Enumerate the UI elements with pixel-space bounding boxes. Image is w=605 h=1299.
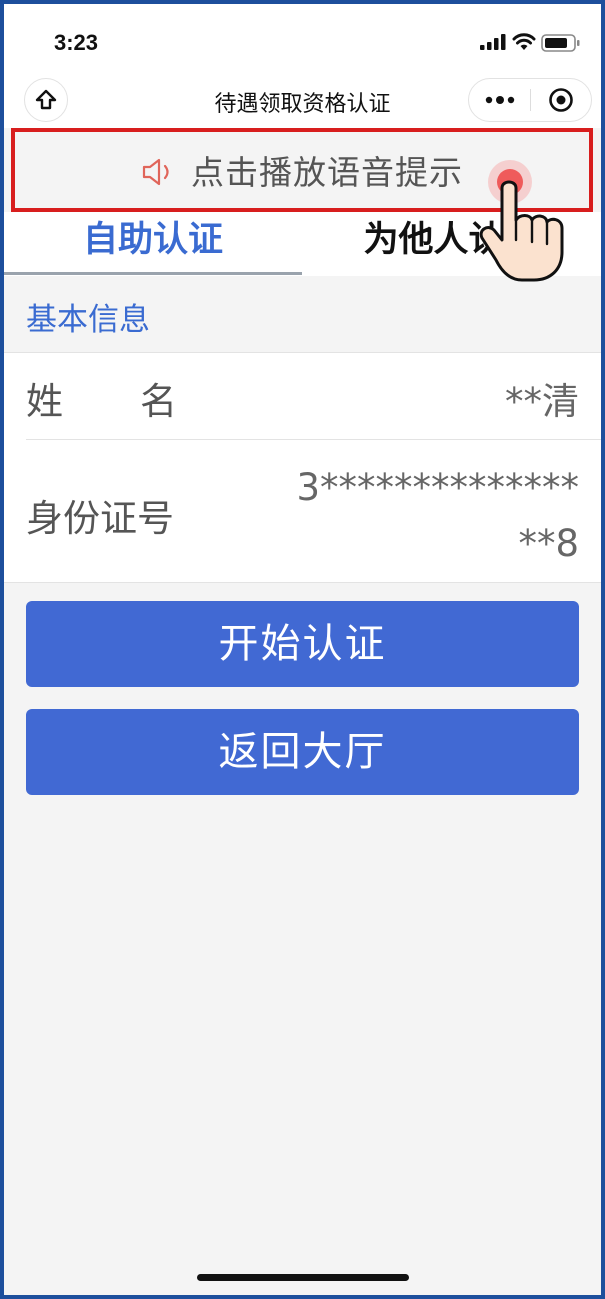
name-value: **清: [505, 380, 579, 423]
status-bar: 3:23: [4, 4, 601, 74]
name-label: 姓 名: [26, 380, 178, 423]
back-to-hall-button[interactable]: 返回大厅: [26, 709, 579, 795]
active-tab-indicator: [4, 272, 302, 275]
id-number-label: 身份证号: [26, 497, 174, 540]
wifi-icon: [512, 33, 536, 50]
mini-program-capsule: [468, 78, 592, 122]
id-number-value: 3****************8: [296, 466, 579, 565]
cellular-signal-icon: [480, 34, 506, 50]
start-auth-button[interactable]: 开始认证: [26, 601, 579, 687]
close-button[interactable]: [531, 79, 591, 121]
section-header: 基本信息: [4, 276, 601, 353]
name-row: 姓 名 **清: [4, 353, 601, 439]
phone-frame: 3:23 待遇领取资格认证 点击播放语音提示 自助认证 为他人认证 基本信息 姓…: [0, 0, 605, 1299]
home-indicator: [197, 1274, 409, 1281]
id-number-row: 身份证号 3****************8: [4, 440, 601, 582]
pointing-hand-icon: [479, 160, 564, 282]
target-close-icon: [549, 88, 573, 112]
more-dots-icon: [485, 96, 515, 104]
status-time: 3:23: [54, 30, 99, 55]
voice-hint-label: 点击播放语音提示: [191, 153, 463, 192]
speaker-icon: [142, 158, 169, 186]
section-title: 基本信息: [26, 302, 150, 338]
nav-bar: 待遇领取资格认证: [4, 74, 601, 128]
more-button[interactable]: [469, 79, 531, 121]
battery-icon: [541, 34, 580, 52]
info-card: 姓 名 **清 身份证号 3****************8: [4, 353, 601, 583]
tab-self-auth[interactable]: 自助认证: [4, 212, 302, 276]
